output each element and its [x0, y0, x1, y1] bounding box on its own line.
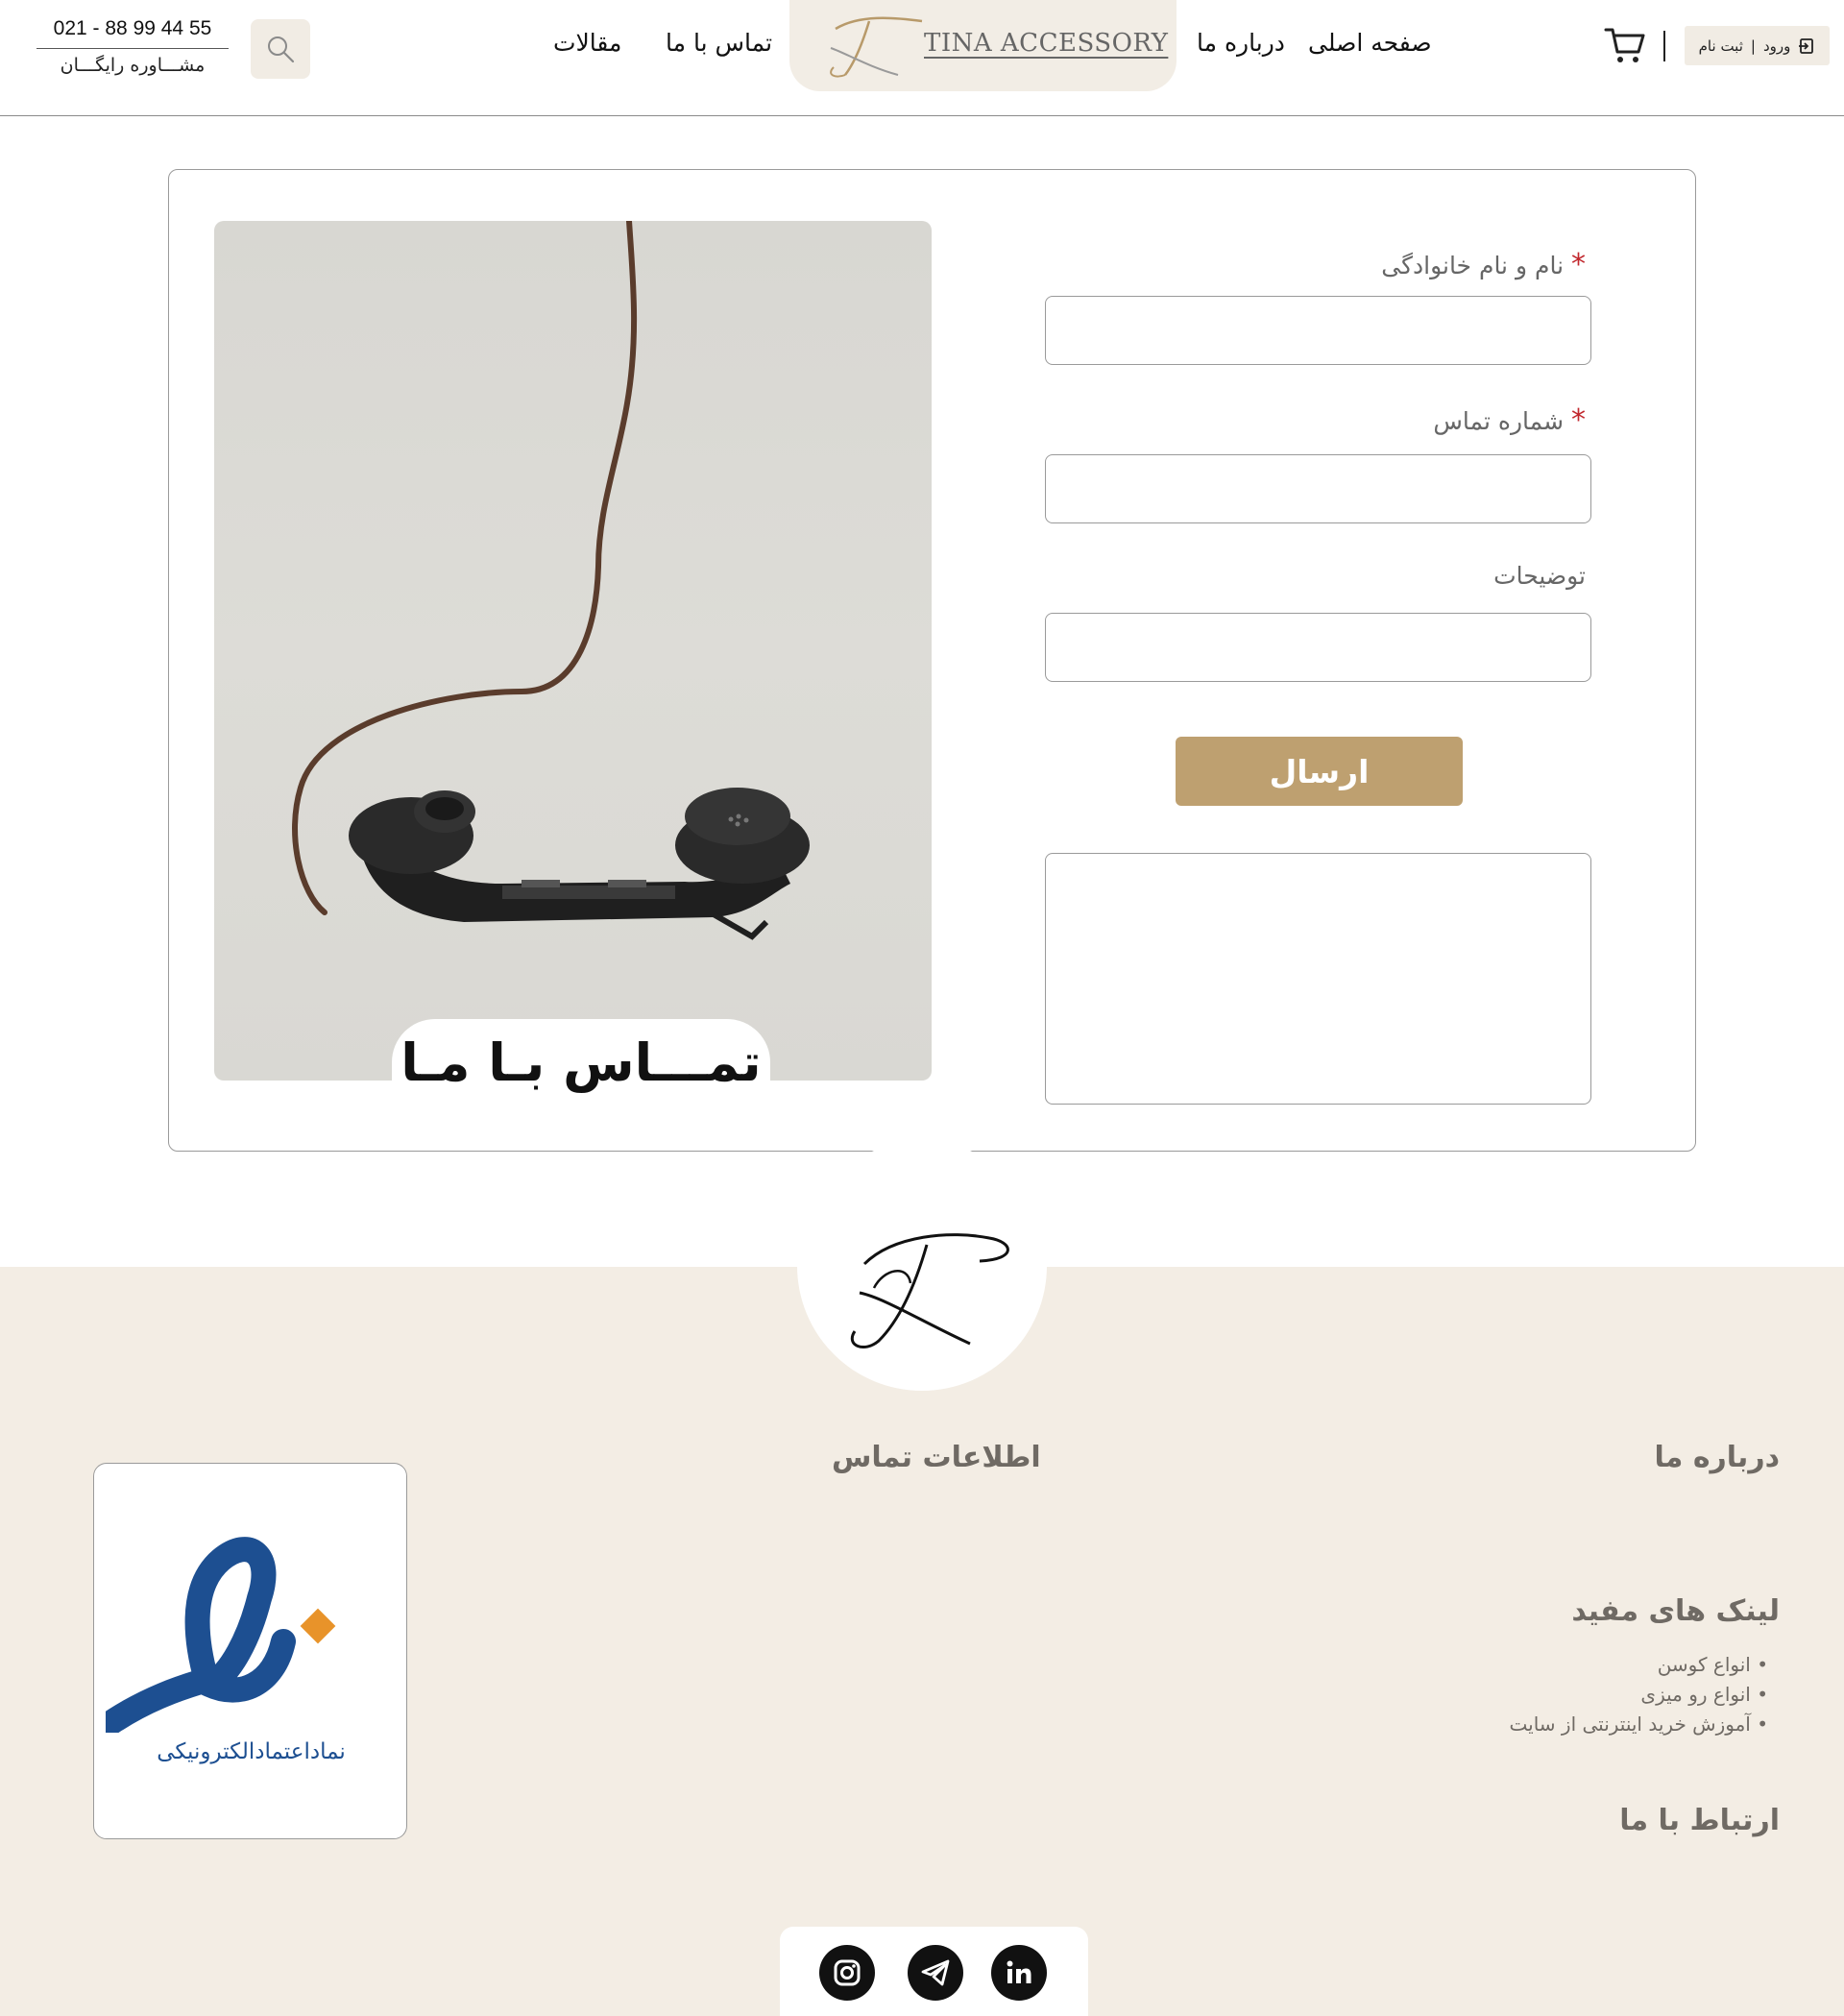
- auth-separator: |: [1750, 36, 1756, 55]
- cart-icon: [1604, 28, 1645, 62]
- phone-number[interactable]: 021 - 88 99 44 55: [36, 17, 229, 49]
- useful-link-shopping-guide[interactable]: آموزش خرید اینترنتی از سایت: [1510, 1710, 1769, 1739]
- footer-useful-links-heading: لینک های مفید: [1571, 1594, 1780, 1628]
- enamad-trust-badge[interactable]: نماداعتمادالکترونیکی: [93, 1463, 407, 1839]
- name-field-label: * نام و نام خانوادگی: [1381, 248, 1586, 281]
- useful-links-list: انواع کوسن انواع رو میزی آموزش خرید اینت…: [1510, 1650, 1769, 1739]
- tina-logo-mark: [851, 1233, 1009, 1348]
- nav-articles[interactable]: مقالات: [553, 29, 621, 57]
- useful-link-tablecloths[interactable]: انواع رو میزی: [1510, 1680, 1769, 1710]
- site-header: 021 - 88 99 44 55 مشـــاوره رایگـــان مق…: [0, 0, 1844, 116]
- contact-photo: [214, 221, 932, 1081]
- enamad-logo: [106, 1537, 336, 1733]
- brand-name: TINA ACCESSORY: [924, 29, 1169, 58]
- nav-home[interactable]: صفحه اصلی: [1308, 29, 1432, 57]
- auth-box: ورود | ثبت نام: [1685, 26, 1830, 65]
- instagram-icon: [834, 1959, 861, 1986]
- phone-consultation-block: 021 - 88 99 44 55 مشـــاوره رایگـــان: [36, 17, 229, 76]
- telegram-icon: [921, 1959, 950, 1986]
- footer-about-heading: درباره ما: [1654, 1441, 1780, 1474]
- search-button[interactable]: [251, 19, 310, 79]
- cart-button[interactable]: [1604, 25, 1646, 69]
- description-input[interactable]: [1045, 613, 1591, 682]
- phone-field-label: * شماره تماس: [1433, 403, 1586, 437]
- header-divider: [1663, 31, 1665, 61]
- name-input[interactable]: [1045, 296, 1591, 365]
- required-mark: *: [1571, 403, 1586, 437]
- linkedin-icon: [1007, 1960, 1031, 1983]
- login-link[interactable]: ورود: [1763, 37, 1790, 55]
- free-consultation-label: مشـــاوره رایگـــان: [60, 55, 206, 76]
- footer-connect-heading: ارتباط با ما: [1619, 1804, 1780, 1837]
- required-mark: *: [1571, 248, 1586, 281]
- nav-about[interactable]: درباره ما: [1197, 29, 1285, 57]
- phone-input[interactable]: [1045, 454, 1591, 523]
- instagram-link[interactable]: [819, 1945, 875, 2001]
- message-textarea[interactable]: [1045, 853, 1591, 1105]
- submit-button[interactable]: ارسال: [1176, 737, 1463, 806]
- useful-link-cushions[interactable]: انواع کوسن: [1510, 1650, 1769, 1680]
- description-label-text: توضیحات: [1493, 562, 1586, 590]
- enamad-label: نماداعتمادالکترونیکی: [157, 1739, 346, 1764]
- telephone-handset-illustration: [292, 221, 810, 940]
- name-label-text: نام و نام خانوادگی: [1381, 252, 1565, 279]
- contact-image-caption: تمـــاس بـا مـا: [392, 1019, 770, 1105]
- footer-contact-info-heading: اطلاعات تماس: [832, 1441, 1041, 1474]
- search-icon: [268, 36, 295, 63]
- nav-contact[interactable]: تماس با ما: [666, 29, 772, 57]
- footer-logo: [797, 1141, 1047, 1391]
- tina-logo-mark: [830, 16, 923, 78]
- register-link[interactable]: ثبت نام: [1699, 37, 1743, 55]
- linkedin-link[interactable]: [991, 1945, 1047, 2001]
- phone-label-text: شماره تماس: [1433, 407, 1565, 435]
- brand-logo[interactable]: TINA ACCESSORY: [789, 0, 1177, 91]
- description-field-label: توضیحات: [1493, 562, 1586, 590]
- telegram-link[interactable]: [908, 1945, 963, 2001]
- login-icon: [1799, 37, 1814, 54]
